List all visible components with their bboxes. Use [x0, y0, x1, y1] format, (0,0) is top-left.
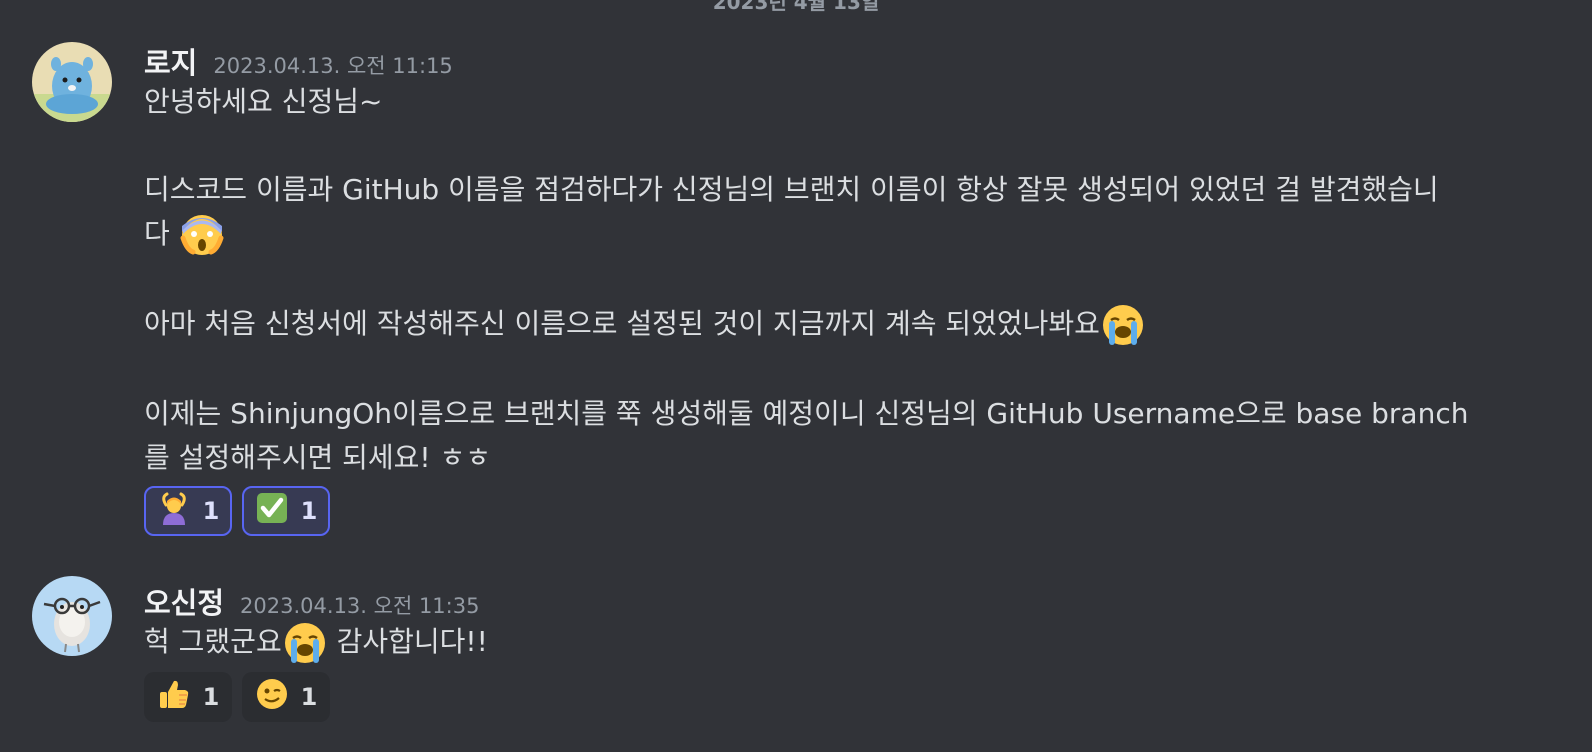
message-text: 다	[144, 217, 170, 250]
reaction-button[interactable]: 1	[242, 486, 330, 536]
reaction-button[interactable]: 1	[144, 486, 232, 536]
message-paragraph: 안녕하세요 신정님~	[144, 85, 383, 118]
loudly-crying-emoji	[282, 620, 328, 666]
reaction-button[interactable]: 1	[144, 672, 232, 722]
timestamp[interactable]: 2023.04.13. 오전 11:15	[213, 50, 452, 80]
message-paragraph: 헉 그랬군요 감사합니다!!	[144, 620, 1564, 666]
loudly-crying-emoji	[1100, 302, 1146, 348]
timestamp[interactable]: 2023.04.13. 오전 11:35	[240, 590, 479, 620]
message-text: 아마 처음 신청서에 작성해주신 이름으로 설정된 것이 지금까지 계속 되었었…	[144, 307, 1100, 340]
username[interactable]: 로지	[144, 40, 197, 82]
reaction-count: 1	[300, 683, 318, 711]
reactions-bar: 1 1	[144, 486, 1564, 536]
message-text: 헉 그랬군요	[144, 625, 282, 658]
reaction-button[interactable]: 1	[242, 672, 330, 722]
message-paragraph: 아마 처음 신청서에 작성해주신 이름으로 설정된 것이 지금까지 계속 되었었…	[144, 302, 1564, 348]
message-paragraph: 이제는 ShinjungOh이름으로 브랜치를 쭉 생성해둘 예정이니 신정님의…	[144, 397, 1469, 430]
message-paragraph: 디스코드 이름과 GitHub 이름을 점검하다가 신정님의 브랜치 이름이 항…	[144, 173, 1439, 206]
message-paragraph: 를 설정해주시면 되세요! ㅎㅎ	[144, 441, 492, 474]
person-gesturing-ok-emoji	[157, 491, 191, 531]
message-paragraph: 다	[144, 212, 1564, 258]
reaction-count: 1	[202, 497, 220, 525]
reactions-bar: 1 1	[144, 672, 1564, 722]
check-mark-button-emoji	[255, 491, 289, 531]
winking-face-emoji	[255, 677, 289, 717]
message-text: 감사합니다!!	[336, 625, 488, 658]
chat-view: 2023년 4월 13일 로지 2023.04.13. 오전 11:15 안녕하…	[0, 0, 1592, 752]
avatar[interactable]	[32, 42, 112, 122]
date-divider: 2023년 4월 13일	[712, 0, 880, 14]
username[interactable]: 오신정	[144, 580, 224, 622]
reaction-count: 1	[300, 497, 318, 525]
reaction-count: 1	[202, 683, 220, 711]
avatar[interactable]	[32, 576, 112, 656]
thumbs-up-emoji	[157, 677, 191, 717]
message-content: 헉 그랬군요 감사합니다!!	[144, 620, 1564, 666]
message-content: 안녕하세요 신정님~ 디스코드 이름과 GitHub 이름을 점검하다가 신정님…	[144, 80, 1564, 480]
face-screaming-emoji	[179, 212, 225, 258]
